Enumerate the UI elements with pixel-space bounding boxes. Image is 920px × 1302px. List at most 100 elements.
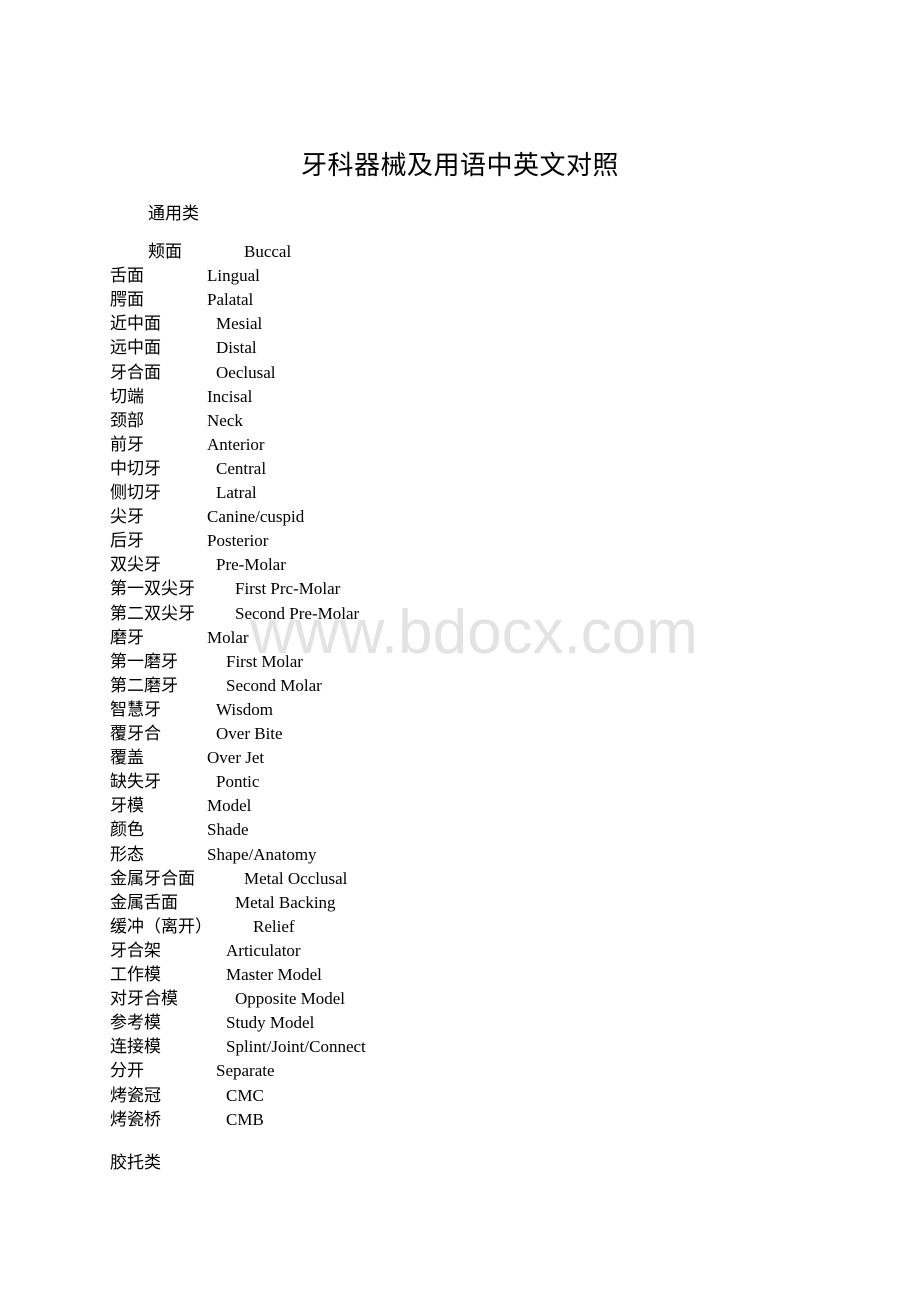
term-row: 切端 Incisal <box>0 385 920 409</box>
term-row: 双尖牙 Pre-Molar <box>0 553 920 577</box>
term-english: Canine/cuspid <box>207 507 305 527</box>
term-english: Anterior <box>207 434 265 454</box>
term-row: 第二磨牙 Second Molar <box>0 674 920 698</box>
term-english: First Molar <box>226 651 303 671</box>
term-row: 第一磨牙 First Molar <box>0 650 920 674</box>
term-chinese: 前牙 <box>110 434 144 454</box>
term-english: Wisdom <box>216 699 273 719</box>
term-row: 颊面 Buccal <box>0 240 920 264</box>
term-chinese: 尖牙 <box>110 507 144 527</box>
term-english: CMB <box>226 1109 264 1129</box>
term-chinese: 工作模 <box>110 965 161 984</box>
term-row: 尖牙 Canine/cuspid <box>0 505 920 529</box>
term-english: Study Model <box>226 1013 315 1033</box>
term-row: 缺失牙 Pontic <box>0 770 920 794</box>
term-chinese: 近中面 <box>110 314 161 334</box>
term-chinese: 侧切牙 <box>110 483 161 502</box>
term-english: Splint/Joint/Connect <box>226 1037 366 1057</box>
term-row: 第一双尖牙 First Prc-Molar <box>0 577 920 601</box>
term-row: 智慧牙 Wisdom <box>0 698 920 722</box>
term-english: Latral <box>216 483 257 502</box>
term-chinese: 连接模 <box>110 1037 161 1057</box>
term-chinese: 牙合架 <box>110 940 161 960</box>
term-row: 金属舌面 Metal Backing <box>0 891 920 915</box>
term-chinese: 覆盖 <box>110 748 144 768</box>
term-row: 牙合面 Oeclusal <box>0 361 920 385</box>
term-chinese: 金属牙合面 <box>110 868 195 888</box>
term-english: Posterior <box>207 531 269 551</box>
term-english: Over Bite <box>216 724 283 743</box>
term-english: Neck <box>207 410 243 430</box>
term-english: Distal <box>216 338 257 358</box>
term-row: 后牙 Posterior <box>0 529 920 553</box>
term-chinese: 腭面 <box>110 290 144 310</box>
section-heading-general: 通用类 <box>148 204 199 223</box>
page-title: 牙科器械及用语中英文对照 <box>300 151 619 180</box>
term-english: Articulator <box>226 940 301 960</box>
term-row: 磨牙 Molar <box>0 626 920 650</box>
term-english: Molar <box>207 627 249 647</box>
term-chinese: 颊面 <box>148 242 182 261</box>
term-chinese: 第二磨牙 <box>110 675 178 695</box>
term-chinese: 智慧牙 <box>110 699 161 719</box>
term-row: 缓冲（离开） Relief <box>0 915 920 939</box>
term-chinese: 牙合面 <box>110 362 161 382</box>
term-chinese: 颈部 <box>110 410 144 430</box>
term-english: Over Jet <box>207 748 265 768</box>
term-english: Pre-Molar <box>216 555 286 575</box>
term-row: 前牙 Anterior <box>0 433 920 457</box>
term-row: 覆盖 Over Jet <box>0 746 920 770</box>
term-row: 第二双尖牙 Second Pre-Molar <box>0 602 920 626</box>
term-english: Palatal <box>207 290 254 310</box>
term-chinese: 金属舌面 <box>110 892 178 912</box>
term-english: Buccal <box>244 242 292 261</box>
term-row: 对牙合模 Opposite Model <box>0 987 920 1011</box>
term-english: Second Molar <box>226 675 322 695</box>
term-row: 金属牙合面 Metal Occlusal <box>0 867 920 891</box>
section-heading-acrylic: 胶托类 <box>110 1153 161 1172</box>
term-chinese: 磨牙 <box>110 627 144 647</box>
term-chinese: 烤瓷冠 <box>110 1085 161 1105</box>
term-chinese: 颜色 <box>110 820 144 840</box>
term-chinese: 参考模 <box>110 1013 161 1033</box>
term-chinese: 第二双尖牙 <box>110 603 195 623</box>
term-chinese: 切端 <box>110 386 144 406</box>
term-english: First Prc-Molar <box>235 579 341 599</box>
term-english: Metal Backing <box>235 892 336 912</box>
document-content: 牙科器械及用语中英文对照 通用类 颊面 Buccal 舌面 Lingual 腭面 Pala… <box>0 0 920 1302</box>
term-row: 舌面 Lingual <box>0 264 920 288</box>
term-chinese: 分开 <box>110 1061 144 1081</box>
term-row: 覆牙合 Over Bite <box>0 722 920 746</box>
term-chinese: 形态 <box>110 844 144 864</box>
term-row: 牙模 Model <box>0 794 920 818</box>
term-english: Model <box>207 796 252 816</box>
term-english: Relief <box>253 916 295 936</box>
term-english: Opposite Model <box>235 989 346 1009</box>
term-row: 腭面 Palatal <box>0 288 920 312</box>
term-row: 烤瓷冠 CMC <box>0 1084 920 1108</box>
term-row: 分开 Separate <box>0 1059 920 1083</box>
term-chinese: 第一磨牙 <box>110 651 178 671</box>
term-row: 中切牙 Central <box>0 457 920 481</box>
document-page: www.bdocx.com 牙科器械及用语中英文对照 通用类 颊面 Buccal 舌… <box>0 0 920 1302</box>
term-english: Separate <box>216 1061 275 1081</box>
term-chinese: 中切牙 <box>110 458 161 478</box>
term-english: Pontic <box>216 772 260 792</box>
term-english: Metal Occlusal <box>244 868 348 888</box>
term-english: CMC <box>226 1085 264 1105</box>
term-row: 侧切牙 Latral <box>0 481 920 505</box>
term-chinese: 第一双尖牙 <box>110 579 195 599</box>
term-chinese: 缓冲（离开） <box>110 916 212 936</box>
term-chinese: 对牙合模 <box>110 989 178 1009</box>
term-row: 工作模 Master Model <box>0 963 920 987</box>
term-row: 远中面 Distal <box>0 336 920 360</box>
term-chinese: 后牙 <box>110 531 144 551</box>
term-english: Oeclusal <box>216 362 276 382</box>
term-chinese: 烤瓷桥 <box>110 1109 161 1129</box>
term-english: Shade <box>207 820 249 840</box>
term-english: Mesial <box>216 314 263 334</box>
term-row: 牙合架 Articulator <box>0 939 920 963</box>
term-row: 颈部 Neck <box>0 409 920 433</box>
term-english: Incisal <box>207 386 253 406</box>
term-english: Shape/Anatomy <box>207 844 317 864</box>
